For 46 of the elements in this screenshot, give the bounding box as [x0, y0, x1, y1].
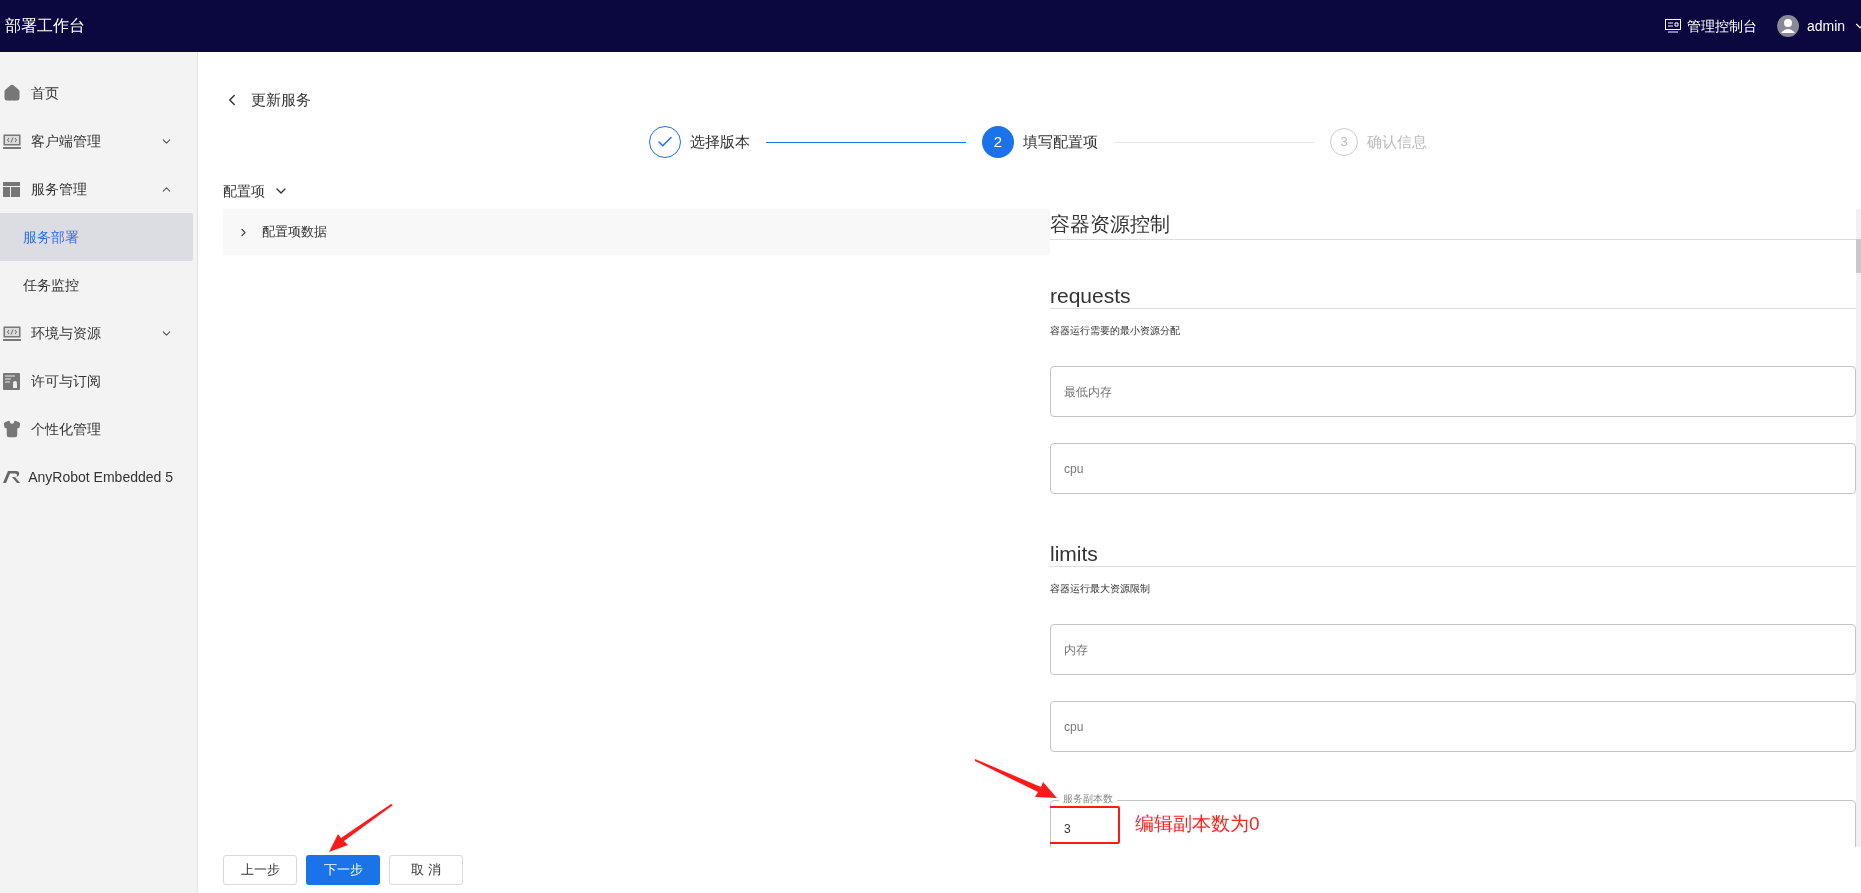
layout-icon	[3, 181, 20, 197]
field-label: 服务副本数	[1059, 792, 1117, 805]
field-value: 3	[1064, 821, 1071, 838]
panel-title: 配置项数据	[262, 223, 327, 242]
section-label: 配置项	[223, 181, 265, 201]
input-field[interactable]: cpu	[1050, 701, 1856, 752]
button[interactable]: 上一步	[223, 855, 297, 885]
collapse-panel[interactable]: 配置项数据	[223, 209, 1050, 255]
sidebar-item[interactable]: 个性化管理	[0, 405, 193, 453]
shirt-icon	[3, 420, 21, 438]
sidebar-item[interactable]: 服务部署	[0, 213, 193, 261]
primary-button[interactable]: 下一步	[306, 855, 380, 885]
user-name[interactable]: admin	[1807, 15, 1846, 37]
app-title: 部署工作台	[5, 16, 85, 36]
license-icon	[3, 372, 20, 390]
section-heading: requests	[1050, 282, 1856, 309]
highlight-frame	[1050, 806, 1120, 844]
sidebar-item[interactable]: 任务监控	[0, 261, 193, 309]
sidebar-item[interactable]: 许可与订阅	[0, 357, 193, 405]
sidebar-item[interactable]: 客户端管理	[0, 117, 193, 165]
sidebar-item[interactable]: 首页	[0, 69, 193, 117]
code-monitor-icon	[3, 133, 21, 149]
sidebar-item[interactable]: AnyRobot Embedded 5	[0, 453, 193, 501]
step-label: 填写配置项	[1023, 131, 1098, 152]
sidebar-item[interactable]: 服务管理	[0, 165, 193, 213]
section-heading: limits	[1050, 540, 1856, 567]
code-monitor-icon	[3, 325, 21, 341]
home-icon	[3, 84, 21, 102]
section-description: 容器运行最大资源限制	[1050, 582, 1151, 596]
step-number: 2	[982, 126, 1014, 158]
sidebar-item[interactable]: 环境与资源	[0, 309, 193, 357]
form-title: 容器资源控制	[1050, 209, 1856, 240]
console-icon	[1665, 19, 1681, 33]
annotation-arrow	[327, 804, 393, 854]
console-link[interactable]: 管理控制台	[1665, 15, 1757, 37]
input-field[interactable]: cpu	[1050, 443, 1856, 494]
input-field[interactable]: 最低内存	[1050, 366, 1856, 417]
annotation-note: 编辑副本数为0	[1135, 812, 1260, 836]
step-label: 选择版本	[690, 131, 750, 152]
logo-icon	[3, 471, 21, 483]
section-description: 容器运行需要的最小资源分配	[1050, 324, 1181, 338]
step-label: 确认信息	[1367, 131, 1427, 152]
page-title: 更新服务	[251, 89, 311, 110]
input-field[interactable]: 内存	[1050, 624, 1856, 675]
button[interactable]: 取 消	[389, 855, 463, 885]
avatar-icon[interactable]	[1777, 15, 1799, 37]
